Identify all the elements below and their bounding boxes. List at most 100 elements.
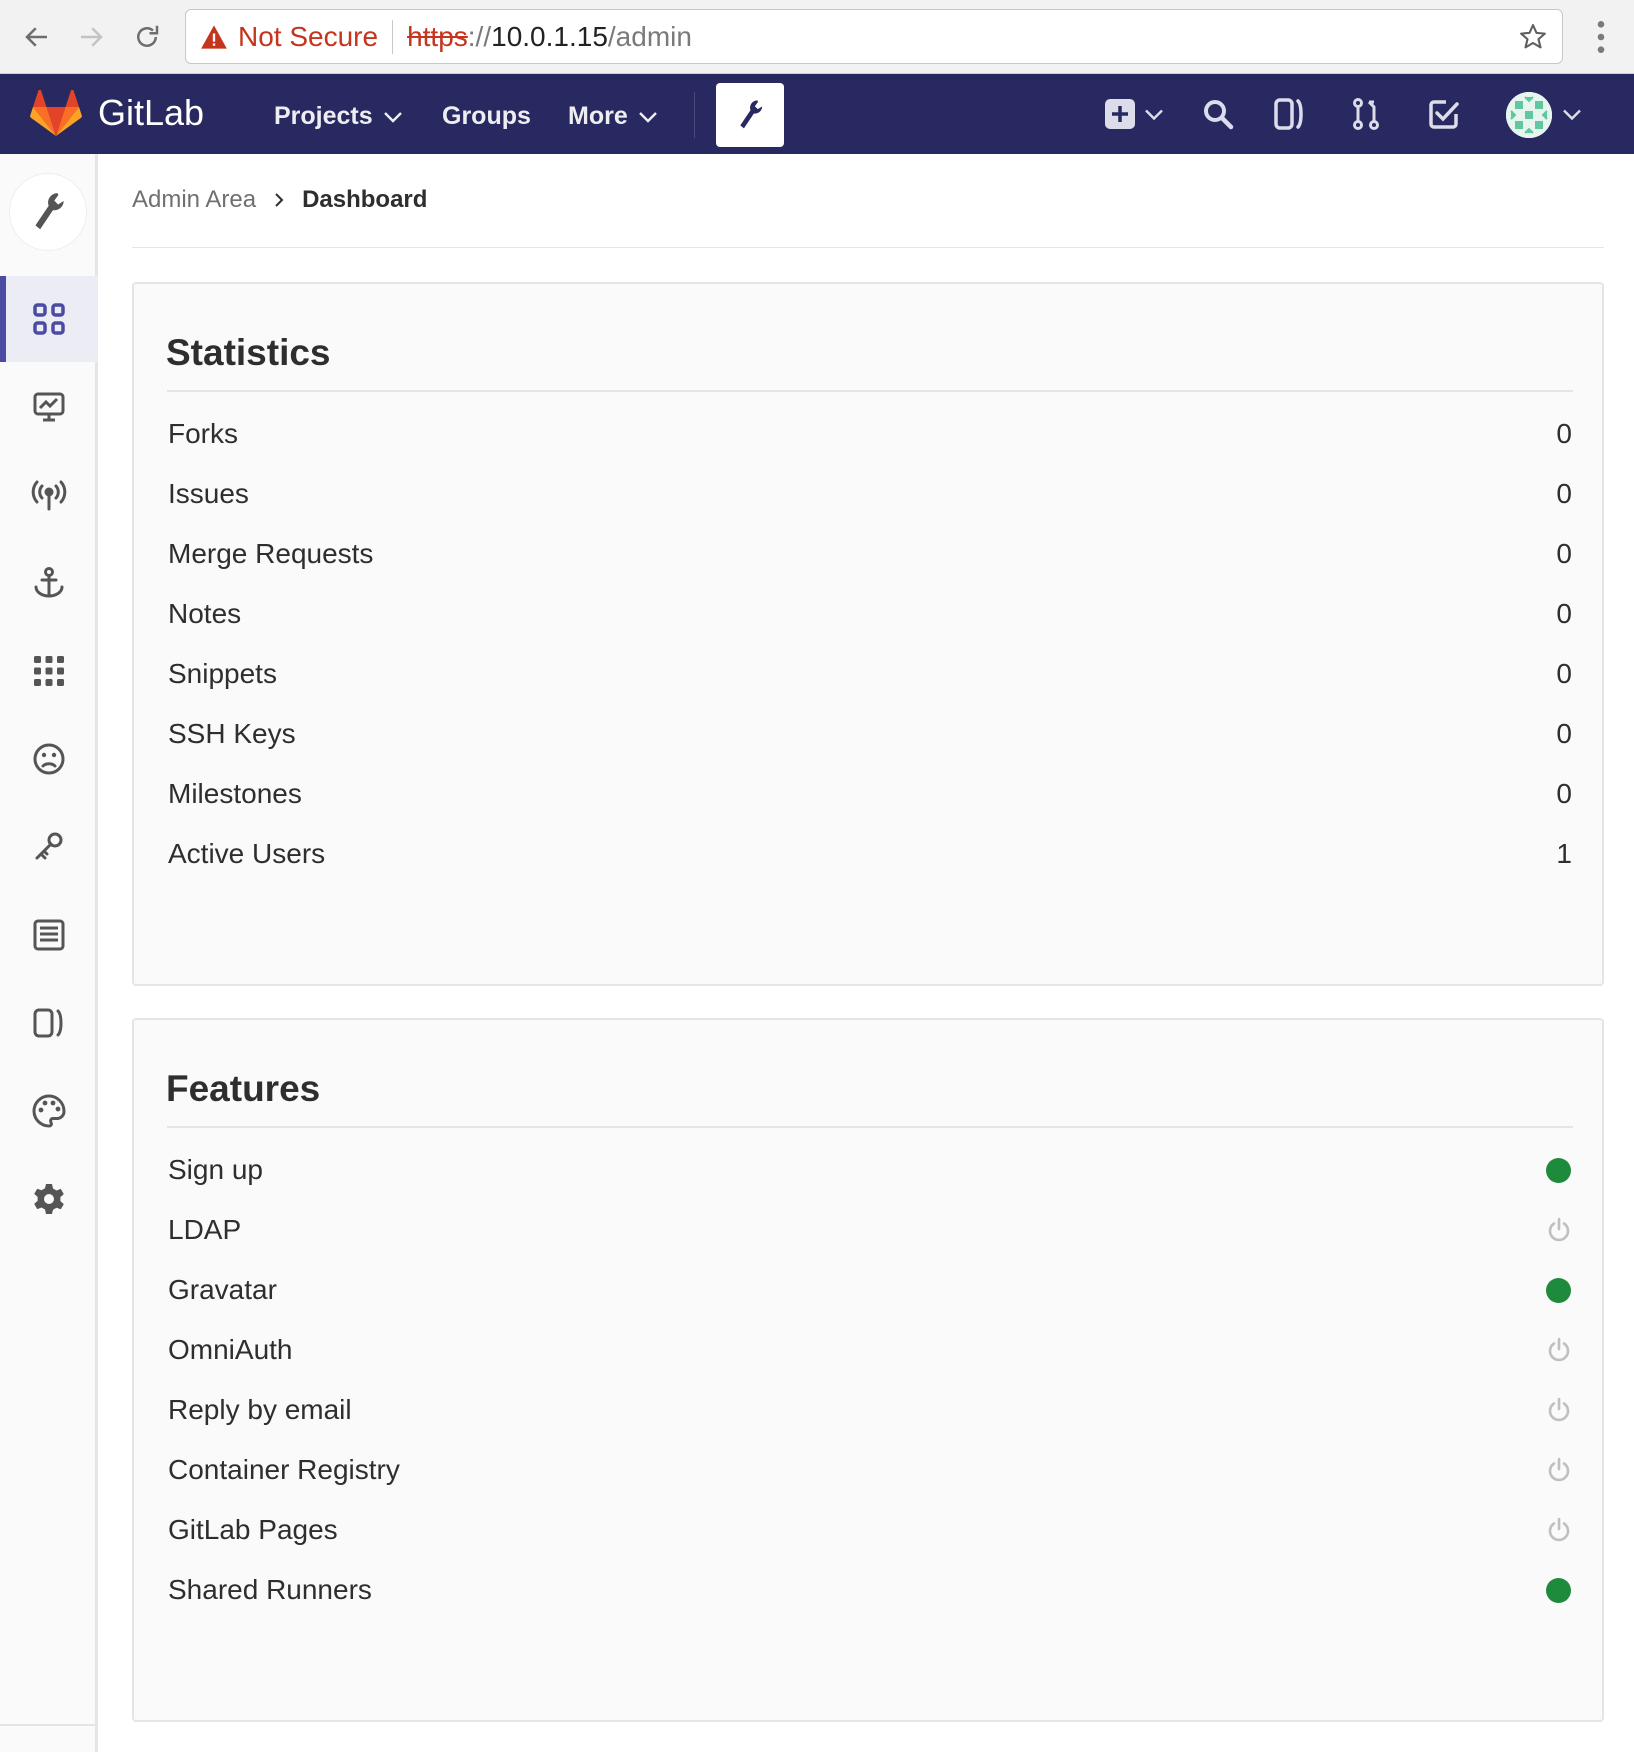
monitoring-icon	[33, 392, 65, 422]
sidebar-item-hooks[interactable]	[0, 540, 98, 626]
nav-groups[interactable]: Groups	[442, 102, 531, 131]
wrench-icon	[35, 193, 64, 230]
feature-label: OmniAuth	[168, 1334, 293, 1365]
gitlab-header: GitLab Projects Groups More	[0, 74, 1634, 154]
stat-row: Issues 0	[168, 474, 1572, 514]
stat-label: Issues	[168, 478, 249, 509]
stat-label: Forks	[168, 418, 238, 449]
feature-row: Reply by email	[168, 1390, 1572, 1430]
appearance-icon	[32, 1094, 66, 1128]
sidebar-item-applications[interactable]	[0, 628, 98, 714]
browser-chrome: Not Secure https://10.0.1.15/admin	[0, 0, 1634, 74]
warning-icon	[201, 24, 227, 49]
identicon-icon	[1506, 92, 1552, 138]
status-enabled-icon	[1546, 1577, 1571, 1603]
stat-label: Milestones	[168, 778, 302, 809]
sidebar-item-overview[interactable]	[0, 276, 98, 362]
feature-row: Shared Runners	[168, 1570, 1572, 1610]
bookmark-star-icon[interactable]	[1518, 22, 1548, 52]
nav-projects[interactable]: Projects	[274, 102, 403, 131]
arrow-left-icon	[25, 27, 47, 47]
feature-label: GitLab Pages	[168, 1514, 338, 1545]
feature-label: Container Registry	[168, 1454, 400, 1485]
sidebar-item-deploy-keys[interactable]	[0, 804, 98, 890]
issues-icon[interactable]	[1272, 96, 1308, 132]
user-avatar[interactable]	[1506, 92, 1552, 138]
sidebar-item-abuse-reports[interactable]	[0, 716, 98, 802]
breadcrumb: Admin Area Dashboard	[132, 186, 427, 214]
stat-value: 1	[1556, 838, 1572, 869]
feature-row: Sign up	[168, 1150, 1572, 1190]
stat-value: 0	[1556, 718, 1572, 749]
power-off-icon	[1548, 1337, 1570, 1362]
deploy-keys-icon	[35, 832, 63, 860]
power-off-icon	[1548, 1517, 1570, 1542]
nav-more[interactable]: More	[568, 102, 658, 131]
features-card: Features Sign up LDAP Gravatar OmniAuth Repl…	[132, 1018, 1604, 1722]
sidebar-collapse-divider	[0, 1724, 98, 1726]
stat-value: 0	[1556, 478, 1572, 509]
url-path: /admin	[607, 20, 692, 52]
sidebar-item-labels[interactable]	[0, 980, 98, 1066]
stat-label: Active Users	[168, 838, 326, 869]
new-item-icon[interactable]	[1102, 96, 1138, 132]
nav-projects-label: Projects	[274, 102, 373, 130]
admin-area-button[interactable]	[716, 83, 784, 147]
search-icon[interactable]	[1200, 96, 1236, 132]
browser-menu-icon[interactable]	[1586, 18, 1616, 56]
sidebar-item-messages[interactable]	[0, 452, 98, 538]
applications-icon	[34, 656, 64, 686]
status-enabled-icon	[1546, 1277, 1571, 1303]
feature-row: LDAP	[168, 1210, 1572, 1250]
chevron-down-icon[interactable]	[1144, 108, 1164, 121]
stat-row: Active Users 1	[168, 834, 1572, 874]
breadcrumb-admin-area[interactable]: Admin Area	[132, 186, 256, 214]
breadcrumb-dashboard[interactable]: Dashboard	[302, 186, 427, 214]
abuse-reports-icon	[33, 743, 65, 775]
arrow-right-icon	[81, 27, 103, 47]
settings-icon	[34, 1184, 64, 1214]
hooks-icon	[34, 567, 64, 598]
forward-button[interactable]	[70, 16, 112, 58]
sidebar-item-settings[interactable]	[0, 1156, 98, 1242]
gitlab-logo-icon[interactable]	[30, 90, 82, 138]
wrench-icon	[740, 100, 763, 129]
sidebar-item-service-templates[interactable]	[0, 892, 98, 978]
power-off-icon	[1548, 1457, 1570, 1482]
back-button[interactable]	[16, 16, 58, 58]
feature-row: Gravatar	[168, 1270, 1572, 1310]
feature-label: Sign up	[168, 1154, 263, 1185]
stat-row: Merge Requests 0	[168, 534, 1572, 574]
reload-icon	[137, 25, 159, 47]
statistics-card: Statistics Forks 0 Issues 0 Merge Requests…	[132, 282, 1604, 986]
sidebar-item-appearance[interactable]	[0, 1068, 98, 1154]
admin-sidebar	[0, 154, 98, 1752]
feature-label: Gravatar	[168, 1274, 277, 1305]
chevron-down-icon	[638, 111, 657, 123]
stat-label: Snippets	[168, 658, 277, 689]
chevron-down-icon	[383, 111, 402, 123]
address-separator	[392, 19, 394, 54]
sidebar-item-monitoring[interactable]	[0, 364, 98, 450]
stat-value: 0	[1556, 538, 1572, 569]
header-divider	[694, 92, 695, 138]
overview-icon	[33, 303, 65, 335]
feature-label: Reply by email	[168, 1394, 352, 1425]
nav-more-label: More	[568, 102, 628, 130]
merge-requests-icon[interactable]	[1348, 96, 1384, 132]
stat-label: Notes	[168, 598, 242, 629]
address-bar[interactable]: Not Secure https://10.0.1.15/admin	[185, 9, 1563, 64]
nav-groups-label: Groups	[442, 102, 531, 130]
feature-row: Container Registry	[168, 1450, 1572, 1490]
reload-button[interactable]	[126, 16, 168, 58]
url-host: 10.0.1.15	[491, 20, 608, 52]
chevron-down-icon[interactable]	[1562, 108, 1582, 121]
service-templates-icon	[33, 919, 65, 951]
todos-icon[interactable]	[1426, 96, 1462, 132]
brand-name[interactable]: GitLab	[98, 92, 204, 134]
admin-area-home[interactable]	[10, 174, 86, 250]
stat-label: Merge Requests	[168, 538, 374, 569]
feature-row: OmniAuth	[168, 1330, 1572, 1370]
status-enabled-icon	[1546, 1157, 1571, 1183]
stat-label: SSH Keys	[168, 718, 296, 749]
